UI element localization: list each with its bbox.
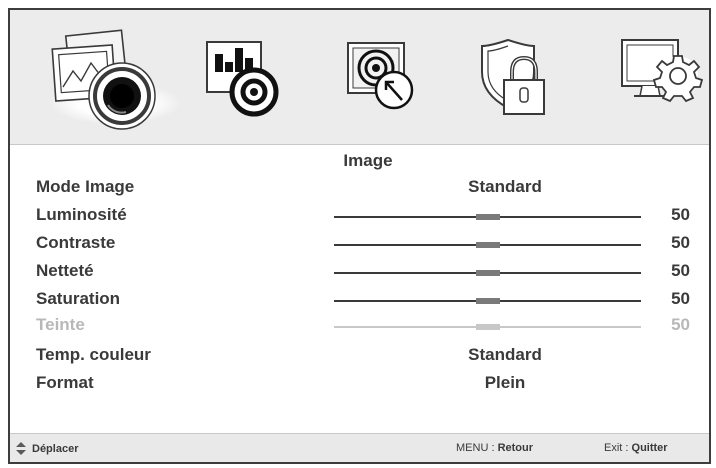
exit-action: Quitter — [631, 442, 668, 454]
nettete-slider[interactable] — [334, 270, 641, 276]
row-temp-couleur[interactable]: Temp. couleur Standard — [10, 345, 710, 371]
slider-thumb[interactable] — [475, 242, 500, 248]
contraste-slider[interactable] — [334, 242, 641, 248]
row-value: 50 — [671, 315, 690, 334]
row-saturation[interactable]: Saturation 50 — [10, 289, 710, 315]
saturation-slider[interactable] — [334, 298, 641, 304]
row-value: 50 — [671, 289, 690, 308]
row-label: Netteté — [36, 261, 94, 280]
picture-icon — [51, 29, 156, 130]
row-value: Plein — [484, 373, 526, 392]
row-label: Luminosité — [36, 205, 127, 224]
row-label: Mode Image — [36, 177, 135, 196]
sound-icon — [206, 41, 279, 117]
row-mode-image[interactable]: Mode Image Standard — [10, 177, 710, 203]
channel-icon — [347, 42, 414, 110]
slider-thumb — [475, 324, 500, 330]
luminosite-slider[interactable] — [334, 214, 641, 220]
menu-title: Image — [343, 151, 393, 170]
navigate-hint: Déplacer — [16, 442, 78, 455]
row-teinte: Teinte 50 — [10, 315, 710, 341]
row-label: Teinte — [36, 315, 85, 334]
row-label: Contraste — [36, 233, 116, 252]
exit-hint: Exit : Quitter — [604, 442, 668, 454]
osd-menu: Image Mode Image Standard Luminosité 50 … — [8, 8, 711, 464]
footer-hint-bar: Déplacer MENU : Retour Exit : Quitter — [10, 433, 709, 462]
menu-key: MENU : — [456, 442, 495, 454]
row-value: Standard — [468, 177, 542, 196]
lock-icon — [481, 38, 545, 115]
row-value: 50 — [671, 261, 690, 280]
slider-thumb[interactable] — [475, 270, 500, 276]
tab-setup[interactable] — [600, 10, 716, 144]
tab-channel[interactable] — [320, 10, 460, 144]
tab-picture[interactable] — [30, 10, 180, 144]
menu-icon-bar — [10, 10, 709, 145]
row-nettete[interactable]: Netteté 50 — [10, 261, 710, 287]
menu-action: Retour — [497, 442, 534, 454]
menu-hint: MENU : Retour — [456, 442, 533, 454]
row-value: Standard — [468, 345, 542, 364]
navigate-label: Déplacer — [32, 442, 79, 455]
row-format[interactable]: Format Plein — [10, 373, 710, 399]
tab-sound[interactable] — [180, 10, 320, 144]
setup-icon — [621, 39, 704, 103]
tab-lock[interactable] — [460, 10, 600, 144]
row-contraste[interactable]: Contraste 50 — [10, 233, 710, 259]
exit-key: Exit : — [604, 442, 629, 454]
row-luminosite[interactable]: Luminosité 50 — [10, 205, 710, 231]
row-value: 50 — [671, 233, 690, 252]
slider-thumb[interactable] — [475, 214, 500, 220]
slider-thumb[interactable] — [475, 298, 500, 304]
row-value: 50 — [671, 205, 690, 224]
up-down-arrows-icon — [16, 442, 26, 455]
row-label: Format — [36, 373, 94, 392]
row-label: Saturation — [36, 289, 121, 308]
teinte-slider — [334, 324, 641, 330]
row-label: Temp. couleur — [36, 345, 151, 364]
